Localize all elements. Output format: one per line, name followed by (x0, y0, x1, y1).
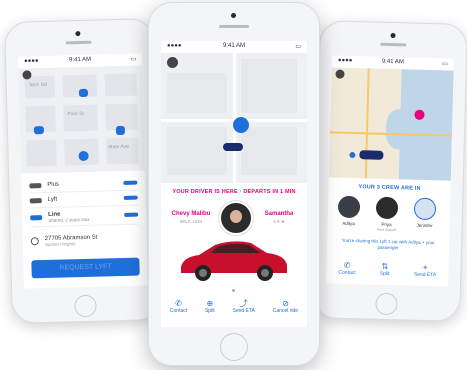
eta-bar (124, 212, 139, 217)
driver-name: Samantha (264, 211, 294, 217)
battery-icon: ▭ (442, 61, 448, 68)
home-button[interactable] (220, 333, 248, 361)
map-view[interactable] (328, 67, 454, 181)
pin-icon: ⌖ (422, 262, 428, 273)
signal-icon: ●●●● (337, 57, 353, 64)
rider-avatar-priya[interactable] (375, 196, 399, 220)
eta-bar (123, 180, 138, 185)
map-label: Main Ave (108, 143, 129, 151)
action-bar: ✆ Contact ⇅ Split ⌖ Send ETA (326, 260, 448, 278)
center-screen: ●●●● 9:41 AM ▭ YOUR DRIVER IS HERE · DEP… (161, 41, 307, 327)
tab-cancel-ride[interactable]: ⊘ Cancel ride (273, 299, 298, 314)
signal-icon: ●●●● (167, 43, 182, 49)
carousel-dot (232, 289, 235, 292)
driver-car-image (181, 241, 287, 281)
ride-name: Lyft (47, 196, 58, 203)
center-phone: ●●●● 9:41 AM ▭ YOUR DRIVER IS HERE · DEP… (148, 2, 320, 366)
destination-field[interactable]: 27705 Abramson St Sunset Heights (30, 230, 139, 251)
tab-label: Cancel ride (272, 308, 299, 314)
driver-location-icon (233, 117, 249, 133)
left-phone: ●●●● 9:41 AM ▭ Tech Rd Park St Main Ave (4, 18, 162, 324)
rider-name: Jennifer (416, 222, 433, 229)
crew-banner: YOUR 3 CREW ARE IN (358, 184, 421, 192)
left-screen: ●●●● 9:41 AM ▭ Tech Rd Park St Main Ave (17, 53, 149, 289)
right-phone: ●●●● 9:41 AM ▭ YOUR 3 CREW ARE IN Aditya… (312, 20, 467, 322)
eta-bar (123, 195, 138, 200)
map-view[interactable] (161, 53, 307, 183)
map-label: Tech Rd (28, 81, 48, 89)
battery-icon: ▭ (295, 44, 301, 50)
signal-icon: ●●●● (24, 58, 39, 65)
front-camera (75, 31, 81, 37)
tab-label: Split (204, 308, 215, 314)
speaker-grille (219, 25, 249, 28)
status-time: 9:41 AM (222, 43, 245, 49)
status-time: 9:41 AM (69, 56, 92, 64)
rider-subtext: Next dropoff (376, 227, 397, 233)
profile-avatar[interactable] (335, 69, 345, 79)
rider-avatar-jennifer[interactable] (413, 197, 437, 221)
current-location-icon (349, 151, 356, 159)
car-icon (29, 182, 42, 188)
tab-contact[interactable]: ✆ Contact (338, 261, 356, 276)
rider-name: Aditya (342, 220, 355, 227)
nearby-car-icon (115, 125, 126, 136)
front-camera (231, 13, 236, 18)
ride-name: Plus (47, 181, 60, 188)
front-camera (390, 32, 396, 39)
destination-subtext: Sunset Heights (44, 240, 76, 247)
status-bar: ●●●● 9:41 AM ▭ (161, 43, 307, 50)
driver-rating: 4.9 ★ (273, 219, 285, 224)
ride-detail: Shared, 2 stops max (48, 216, 90, 223)
rider-name: Priya (381, 221, 392, 228)
nearby-car-icon (78, 88, 89, 98)
map-label: Park St (67, 110, 84, 118)
action-bar: ✆ Contact ⊕ Split ⤴ Send ETA ⊘ Cancel ri… (161, 299, 307, 314)
car-model: Chevy Malibu (171, 211, 211, 217)
license-plate: 6ELK 1234 (179, 219, 203, 224)
tab-label: Split (379, 270, 390, 278)
phone-icon: ✆ (175, 299, 182, 308)
tab-label: Send ETA (413, 271, 437, 279)
tab-send-eta[interactable]: ⤴ Send ETA (233, 299, 255, 314)
car-icon (29, 197, 42, 203)
home-button[interactable] (375, 292, 398, 316)
sharing-message: You're sharing this Lyft 1 car with Adit… (341, 237, 435, 251)
tab-label: Contact (338, 269, 356, 277)
tab-send-eta[interactable]: ⌖ Send ETA (413, 262, 437, 279)
nearby-car-icon (33, 126, 45, 135)
split-icon: ⇅ (381, 261, 389, 271)
request-label: REQUEST LYFT (59, 263, 112, 272)
rider-avatar-aditya[interactable] (337, 195, 361, 219)
status-bar: ●●●● 9:41 AM ▭ (18, 55, 142, 65)
cancel-icon: ⊘ (282, 299, 289, 308)
speaker-grille (380, 42, 407, 47)
share-icon: ⤴ (239, 299, 248, 308)
right-screen: ●●●● 9:41 AM ▭ YOUR 3 CREW ARE IN Aditya… (326, 55, 454, 287)
car-icon (30, 214, 43, 220)
home-button[interactable] (74, 294, 97, 318)
tab-split[interactable]: ⇅ Split (380, 262, 390, 277)
status-bar: ●●●● 9:41 AM ▭ (332, 57, 454, 68)
ride-option-line[interactable]: Line Shared, 2 stops max (29, 205, 139, 228)
tab-split[interactable]: ⊕ Split (205, 299, 215, 314)
destination-pin-icon (30, 237, 39, 246)
profile-avatar[interactable] (167, 57, 178, 68)
speaker-grille (65, 40, 92, 45)
tab-label: Contact (169, 308, 188, 314)
status-time: 9:41 AM (381, 58, 404, 66)
driver-arrival-banner: YOUR DRIVER IS HERE · DEPARTS IN 1 MIN (172, 189, 296, 195)
driver-avatar[interactable] (219, 201, 253, 235)
map-view[interactable]: Tech Rd Park St Main Ave (18, 65, 146, 174)
driver-car-icon (223, 143, 243, 151)
split-icon: ⊕ (206, 299, 214, 308)
shared-car-icon (359, 150, 384, 160)
battery-icon: ▭ (130, 56, 137, 63)
tab-label: Send ETA (232, 308, 255, 314)
request-button[interactable]: REQUEST LYFT (31, 257, 140, 279)
tab-contact[interactable]: ✆ Contact (170, 299, 187, 314)
phone-icon: ✆ (343, 260, 351, 270)
